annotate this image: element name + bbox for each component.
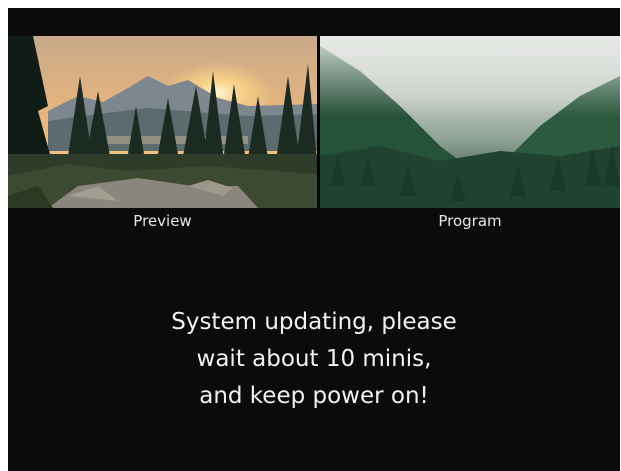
message-line-1: System updating, please [171,309,457,335]
program-monitor [320,36,620,208]
program-label: Program [438,212,502,230]
preview-monitor [8,36,317,208]
preview-image [8,36,317,208]
message-line-2: wait about 10 minis, [196,346,432,372]
device-screen: Preview Program System updating, please … [8,8,620,471]
program-image [320,36,620,208]
update-status-message: System updating, please wait about 10 mi… [8,304,620,415]
message-line-3: and keep power on! [199,383,429,409]
preview-label: Preview [133,212,192,230]
